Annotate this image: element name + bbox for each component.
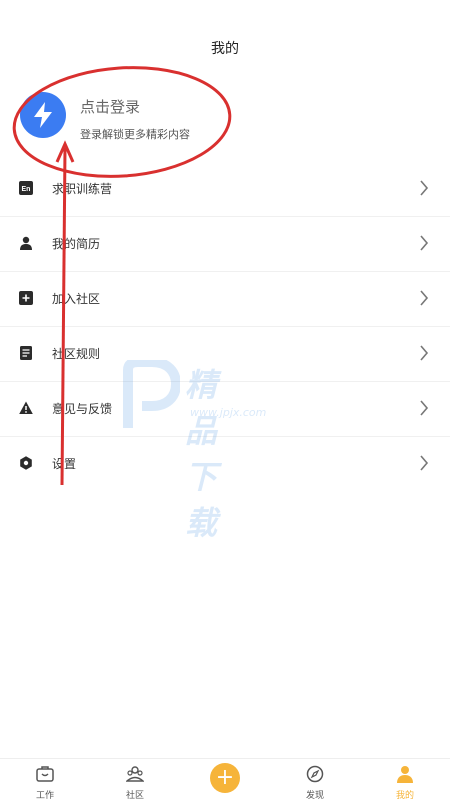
menu-label: 我的简历 <box>52 237 101 251</box>
menu-label: 意见与反馈 <box>52 402 113 416</box>
avatar[interactable] <box>20 92 66 138</box>
menu-label: 设置 <box>52 457 77 471</box>
page-title: 我的 <box>211 41 239 57</box>
tab-label: 工作 <box>35 791 54 801</box>
tab-mine[interactable]: 我的 <box>360 759 450 801</box>
plus-square-icon <box>19 291 33 305</box>
tab-work[interactable]: 工作 <box>0 759 90 801</box>
compass-icon <box>306 765 324 783</box>
chevron-right-icon <box>420 290 429 306</box>
menu-list: En 求职训练营 我的简历 加入社区 社区规则 意见与反馈 设置 <box>0 162 450 491</box>
settings-hexagon-icon <box>20 456 32 470</box>
document-icon <box>20 346 32 360</box>
chevron-right-icon <box>420 180 429 196</box>
menu-label: 社区规则 <box>52 347 101 361</box>
warning-icon <box>19 401 33 414</box>
en-badge-icon: En <box>19 181 33 195</box>
tab-add[interactable]: + <box>180 759 270 801</box>
tab-community[interactable]: 社区 <box>90 759 180 801</box>
menu-item-training-camp[interactable]: En 求职训练营 <box>0 162 450 217</box>
plus-icon[interactable]: + <box>210 763 240 793</box>
lightning-icon <box>34 102 52 128</box>
menu-item-feedback[interactable]: 意见与反馈 <box>0 382 450 437</box>
person-icon <box>20 236 32 250</box>
login-subtitle: 登录解锁更多精彩内容 <box>80 128 190 141</box>
user-icon <box>397 766 413 783</box>
tab-label: 我的 <box>395 791 414 801</box>
menu-item-community-rules[interactable]: 社区规则 <box>0 327 450 382</box>
menu-item-join-community[interactable]: 加入社区 <box>0 272 450 327</box>
tab-discover[interactable]: 发现 <box>270 759 360 801</box>
chevron-right-icon <box>420 400 429 416</box>
tab-label: 发现 <box>305 791 324 801</box>
menu-item-my-resume[interactable]: 我的简历 <box>0 217 450 272</box>
bottom-tab-bar: 工作 社区 + 发现 我的 <box>0 758 450 801</box>
tab-label: 社区 <box>125 791 144 801</box>
login-title[interactable]: 点击登录 <box>80 96 140 117</box>
community-icon <box>126 766 144 782</box>
menu-label: 加入社区 <box>52 292 101 306</box>
menu-label: 求职训练营 <box>52 182 113 196</box>
chevron-right-icon <box>420 455 429 471</box>
login-card[interactable]: 点击登录 登录解锁更多精彩内容 <box>20 92 350 152</box>
chevron-right-icon <box>420 345 429 361</box>
chevron-right-icon <box>420 235 429 251</box>
briefcase-icon <box>36 766 54 782</box>
menu-item-settings[interactable]: 设置 <box>0 437 450 491</box>
svg-text:En: En <box>22 186 31 193</box>
